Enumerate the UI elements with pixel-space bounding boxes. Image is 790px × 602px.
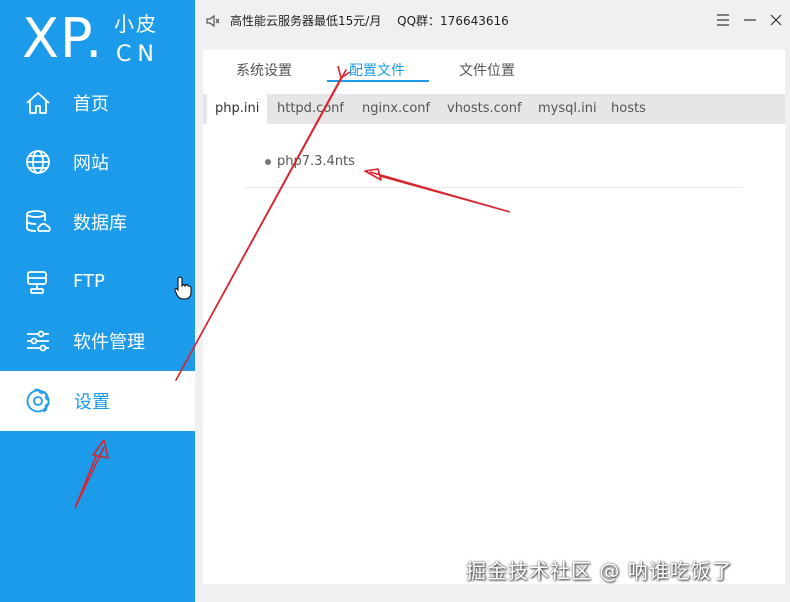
- sidebar-item-label: FTP: [73, 271, 105, 293]
- primary-tabs: 系统设置 配置文件 文件位置: [203, 50, 785, 90]
- qq-group-text: QQ群：176643616: [397, 14, 509, 28]
- gear-icon: [24, 387, 52, 415]
- sidebar-item-label: 数据库: [73, 212, 127, 234]
- divider: [243, 187, 743, 188]
- minimize-icon[interactable]: [742, 12, 758, 28]
- sidebar-item-label: 设置: [74, 391, 110, 413]
- ftp-icon: [24, 268, 52, 296]
- active-tab-indicator: [327, 80, 429, 82]
- tab-httpd-conf[interactable]: httpd.conf: [277, 94, 344, 124]
- tab-file-locations[interactable]: 文件位置: [459, 60, 515, 80]
- top-bar: 高性能云服务器最低15元/月 QQ群：176643616: [195, 0, 790, 42]
- sidebar-item-label: 网站: [73, 153, 109, 175]
- sidebar-item-label: 软件管理: [73, 332, 145, 354]
- speaker-icon: [205, 13, 221, 29]
- tab-mysql-ini[interactable]: mysql.ini: [538, 94, 597, 124]
- settings-panel: 系统设置 配置文件 文件位置 php.ini httpd.conf nginx.…: [203, 50, 785, 584]
- close-icon[interactable]: [768, 12, 784, 28]
- globe-icon: [24, 148, 52, 176]
- tab-hosts[interactable]: hosts: [611, 94, 646, 124]
- sidebar: XP. 小皮 CN 首页 网站 数据库 FTP 软件管理 设置: [0, 0, 195, 602]
- menu-icon[interactable]: [715, 12, 731, 28]
- app-logo: XP. 小皮 CN: [22, 6, 192, 72]
- sidebar-item-ftp[interactable]: FTP: [0, 252, 195, 312]
- list-item[interactable]: php7.3.4nts: [265, 154, 355, 169]
- logo-top-text: 小皮: [114, 12, 158, 36]
- bullet: [265, 158, 271, 165]
- sidebar-item-home[interactable]: 首页: [0, 73, 195, 133]
- sliders-icon: [24, 327, 52, 355]
- tab-nginx-conf[interactable]: nginx.conf: [362, 94, 430, 124]
- secondary-tabs: php.ini httpd.conf nginx.conf vhosts.con…: [203, 94, 785, 124]
- sidebar-item-label: 首页: [73, 93, 109, 115]
- sidebar-item-websites[interactable]: 网站: [0, 133, 195, 193]
- database-icon: [24, 208, 52, 236]
- tab-system-settings[interactable]: 系统设置: [236, 60, 292, 80]
- sidebar-item-software[interactable]: 软件管理: [0, 311, 195, 371]
- sidebar-item-database[interactable]: 数据库: [0, 192, 195, 252]
- logo-bottom-text: CN: [116, 42, 160, 67]
- hand-cursor-icon: [174, 276, 192, 300]
- php-version-label: php7.3.4nts: [277, 154, 355, 169]
- sidebar-nav: 首页 网站 数据库 FTP 软件管理 设置: [0, 73, 195, 431]
- tab-vhosts-conf[interactable]: vhosts.conf: [447, 94, 522, 124]
- sidebar-item-settings[interactable]: 设置: [0, 370, 195, 431]
- watermark: 掘金技术社区 @ 呐谁吃饭了: [466, 559, 733, 583]
- main-area: 高性能云服务器最低15元/月 QQ群：176643616 系统设置 配置文件 文…: [195, 0, 790, 602]
- home-icon: [24, 89, 52, 117]
- announcement-text[interactable]: 高性能云服务器最低15元/月 QQ群：176643616: [230, 12, 509, 29]
- tab-php-ini[interactable]: php.ini: [207, 94, 268, 124]
- notice-text: 高性能云服务器最低15元/月: [230, 14, 382, 28]
- logo-main: XP.: [22, 7, 104, 70]
- tab-config-files[interactable]: 配置文件: [349, 60, 405, 80]
